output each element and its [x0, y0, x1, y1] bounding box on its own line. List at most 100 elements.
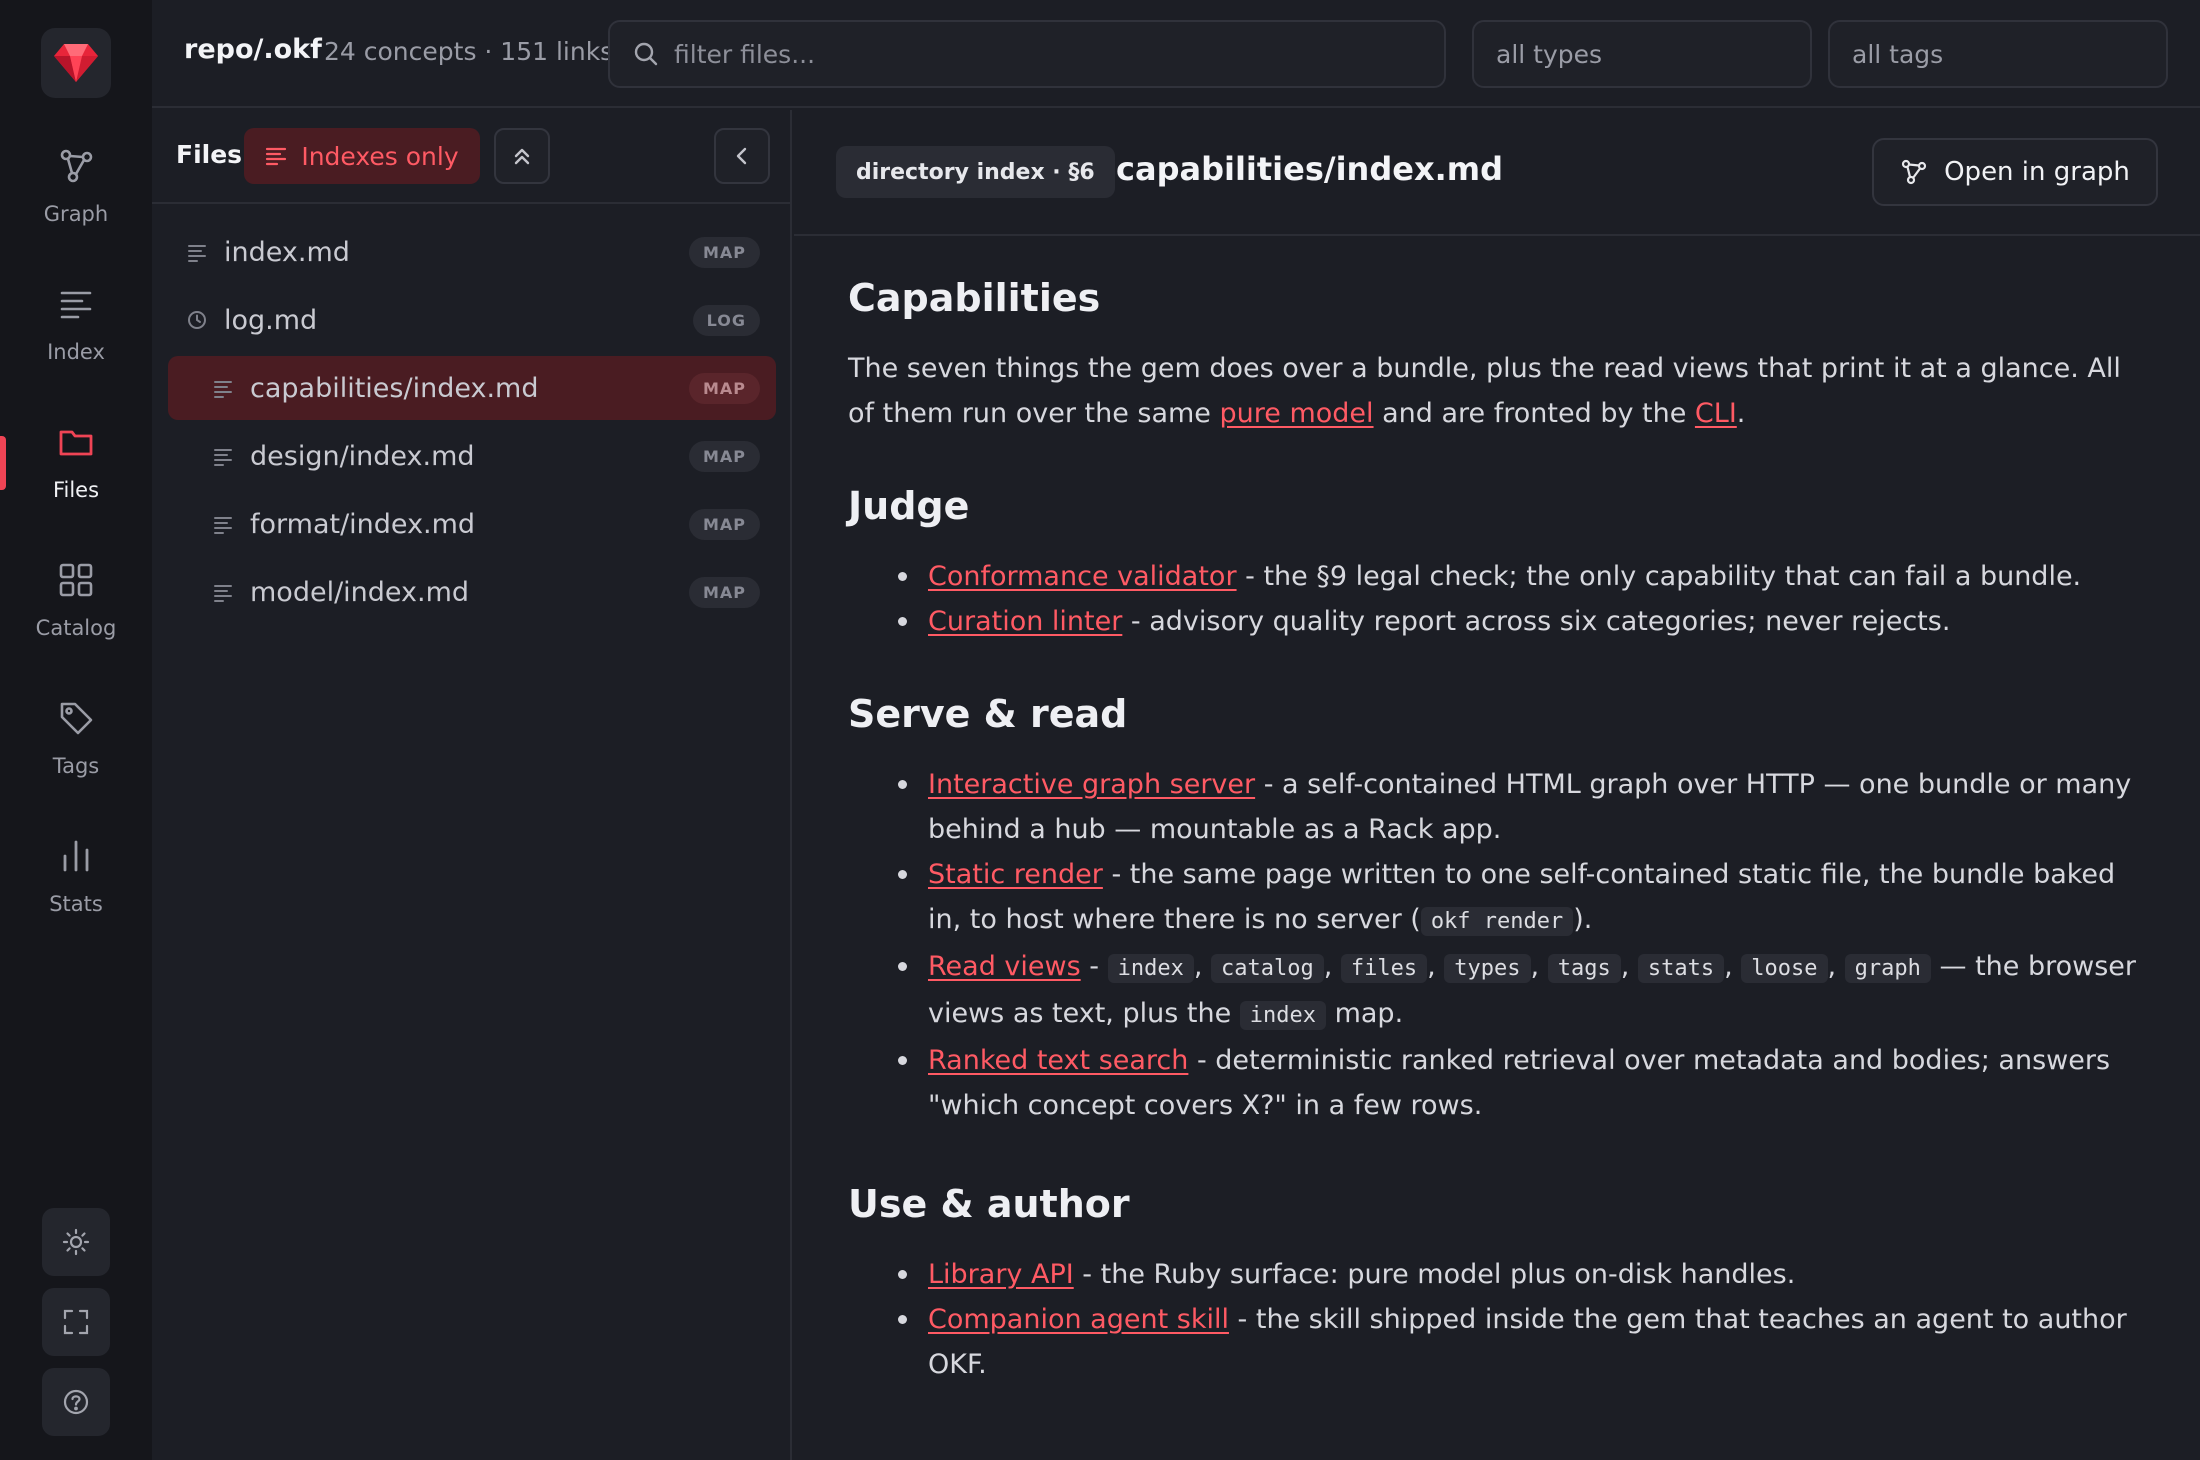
document-panel: directory index · §6 capabilities/index.…: [794, 110, 2200, 1460]
collapse-all-button[interactable]: [494, 128, 550, 184]
nav-rail: Graph Index Files Catalog Tags Stats: [0, 0, 152, 1460]
chevrons-up-icon: [514, 148, 530, 165]
files-panel-title: Files: [176, 140, 243, 169]
stats-icon: [63, 840, 89, 872]
doc-title: Capabilities: [848, 276, 1101, 320]
list-item: Companion agent skill - the skill shippe…: [898, 1297, 2148, 1387]
inline-code: files: [1340, 954, 1428, 983]
tag-icon: [60, 702, 93, 735]
nav-item-stats[interactable]: Stats: [0, 826, 152, 946]
intro-paragraph: The seven things the gem does over a bun…: [848, 353, 2121, 429]
nav-item-index[interactable]: Index: [0, 274, 152, 394]
static-render-link[interactable]: Static render: [928, 859, 1103, 890]
pure-model-link[interactable]: pure model: [1220, 398, 1374, 429]
ranked-text-search-link[interactable]: Ranked text search: [928, 1045, 1188, 1076]
file-type-badge: MAP: [688, 372, 760, 404]
repo-stats: 24 concepts · 151 links: [324, 37, 614, 66]
indexes-only-toggle[interactable]: Indexes only: [244, 128, 480, 184]
lines-icon: [186, 241, 208, 263]
help-icon: [63, 1389, 89, 1415]
document-header: directory index · §6 capabilities/index.…: [794, 110, 2200, 236]
fullscreen-button[interactable]: [42, 1288, 110, 1356]
separator: ,: [1827, 951, 1845, 982]
separator: ,: [1193, 951, 1211, 982]
file-row[interactable]: design/index.md MAP: [168, 424, 776, 488]
help-button[interactable]: [42, 1368, 110, 1436]
list-item: Ranked text search - deterministic ranke…: [898, 1038, 2148, 1128]
filter-box[interactable]: [608, 20, 1446, 88]
sun-icon: [62, 1228, 90, 1256]
read-views-link[interactable]: Read views: [928, 951, 1081, 982]
lines-icon: [212, 377, 234, 399]
index-icon: [60, 291, 92, 319]
serve-read-list: Interactive graph server - a self-contai…: [848, 762, 2148, 1128]
inline-code: okf render: [1420, 907, 1574, 936]
nav-label: Catalog: [35, 616, 117, 640]
judge-heading: Judge: [848, 484, 970, 528]
nav-label: Graph: [43, 202, 109, 226]
file-name: capabilities/index.md: [250, 372, 539, 404]
inline-code: index: [1107, 954, 1194, 983]
open-in-graph-button[interactable]: Open in graph: [1872, 138, 2158, 206]
separator: ,: [1427, 951, 1445, 982]
nav-item-catalog[interactable]: Catalog: [0, 550, 152, 670]
read-views-codes: index, catalog, files, types, tags, stat…: [1107, 951, 1931, 983]
file-row[interactable]: capabilities/index.md MAP: [168, 356, 776, 420]
library-api-link[interactable]: Library API: [928, 1259, 1074, 1290]
nav-label: Files: [52, 478, 100, 502]
file-type-badge: MAP: [688, 508, 760, 540]
curation-linter-link[interactable]: Curation linter: [928, 606, 1122, 637]
file-type-badge: LOG: [692, 304, 760, 336]
file-row[interactable]: format/index.md MAP: [168, 492, 776, 556]
fullscreen-icon: [63, 1309, 89, 1335]
file-type-badge: MAP: [688, 440, 760, 472]
theme-toggle-button[interactable]: [42, 1208, 110, 1276]
inline-code: types: [1444, 954, 1531, 983]
list-item: Interactive graph server - a self-contai…: [898, 762, 2148, 852]
open-in-graph-label: Open in graph: [1944, 157, 2130, 187]
inline-code: graph: [1844, 954, 1931, 983]
companion-agent-skill-link[interactable]: Companion agent skill: [928, 1304, 1229, 1335]
indexes-only-label: Indexes only: [301, 141, 459, 171]
nav-item-tags[interactable]: Tags: [0, 688, 152, 808]
document-body: Capabilities The seven things the gem do…: [848, 274, 2148, 1387]
file-name: log.md: [224, 304, 318, 336]
nav-item-files[interactable]: Files: [0, 412, 152, 532]
lines-icon: [212, 581, 234, 603]
file-name: design/index.md: [250, 440, 475, 472]
separator: ,: [1323, 951, 1341, 982]
separator: ,: [1620, 951, 1638, 982]
file-row[interactable]: log.md LOG: [168, 288, 776, 352]
serve-read-heading: Serve & read: [848, 692, 1128, 736]
file-name: model/index.md: [250, 576, 470, 608]
file-row[interactable]: index.md MAP: [168, 220, 776, 284]
repo-name: repo/.okf: [184, 34, 322, 65]
nav-item-graph[interactable]: Graph: [0, 136, 152, 256]
file-row[interactable]: model/index.md MAP: [168, 560, 776, 624]
tags-select[interactable]: all tags: [1828, 20, 2168, 88]
types-select[interactable]: all types: [1472, 20, 1812, 88]
search-icon: [634, 42, 658, 66]
inline-code: tags: [1547, 954, 1621, 983]
interactive-graph-server-link[interactable]: Interactive graph server: [928, 769, 1255, 800]
document-path: capabilities/index.md: [1116, 150, 1503, 188]
use-author-heading: Use & author: [848, 1182, 1130, 1226]
use-author-list: Library API - the Ruby surface: pure mod…: [848, 1252, 2148, 1387]
conformance-validator-link[interactable]: Conformance validator: [928, 561, 1237, 592]
judge-list: Conformance validator - the §9 legal che…: [848, 554, 2148, 644]
filter-files-input[interactable]: [674, 39, 1414, 69]
file-name: format/index.md: [250, 508, 476, 540]
lines-icon: [212, 445, 234, 467]
files-panel: Files Indexes only index.md MAP log.md LOG c…: [152, 110, 792, 1460]
top-bar: repo/.okf 24 concepts · 151 links all ty…: [152, 0, 2200, 108]
directory-index-badge-text: directory index · §6: [856, 159, 1095, 185]
collapse-panel-button[interactable]: [714, 128, 770, 184]
graph-icon: [1901, 159, 1927, 185]
cli-link[interactable]: CLI: [1695, 398, 1737, 429]
catalog-icon: [59, 563, 93, 597]
ruby-logo-icon[interactable]: [41, 28, 111, 98]
list-item: Static render - the same page written to…: [898, 852, 2148, 944]
nav-label: Tags: [52, 754, 100, 778]
inline-code: loose: [1741, 954, 1828, 983]
inline-code: stats: [1637, 954, 1725, 983]
